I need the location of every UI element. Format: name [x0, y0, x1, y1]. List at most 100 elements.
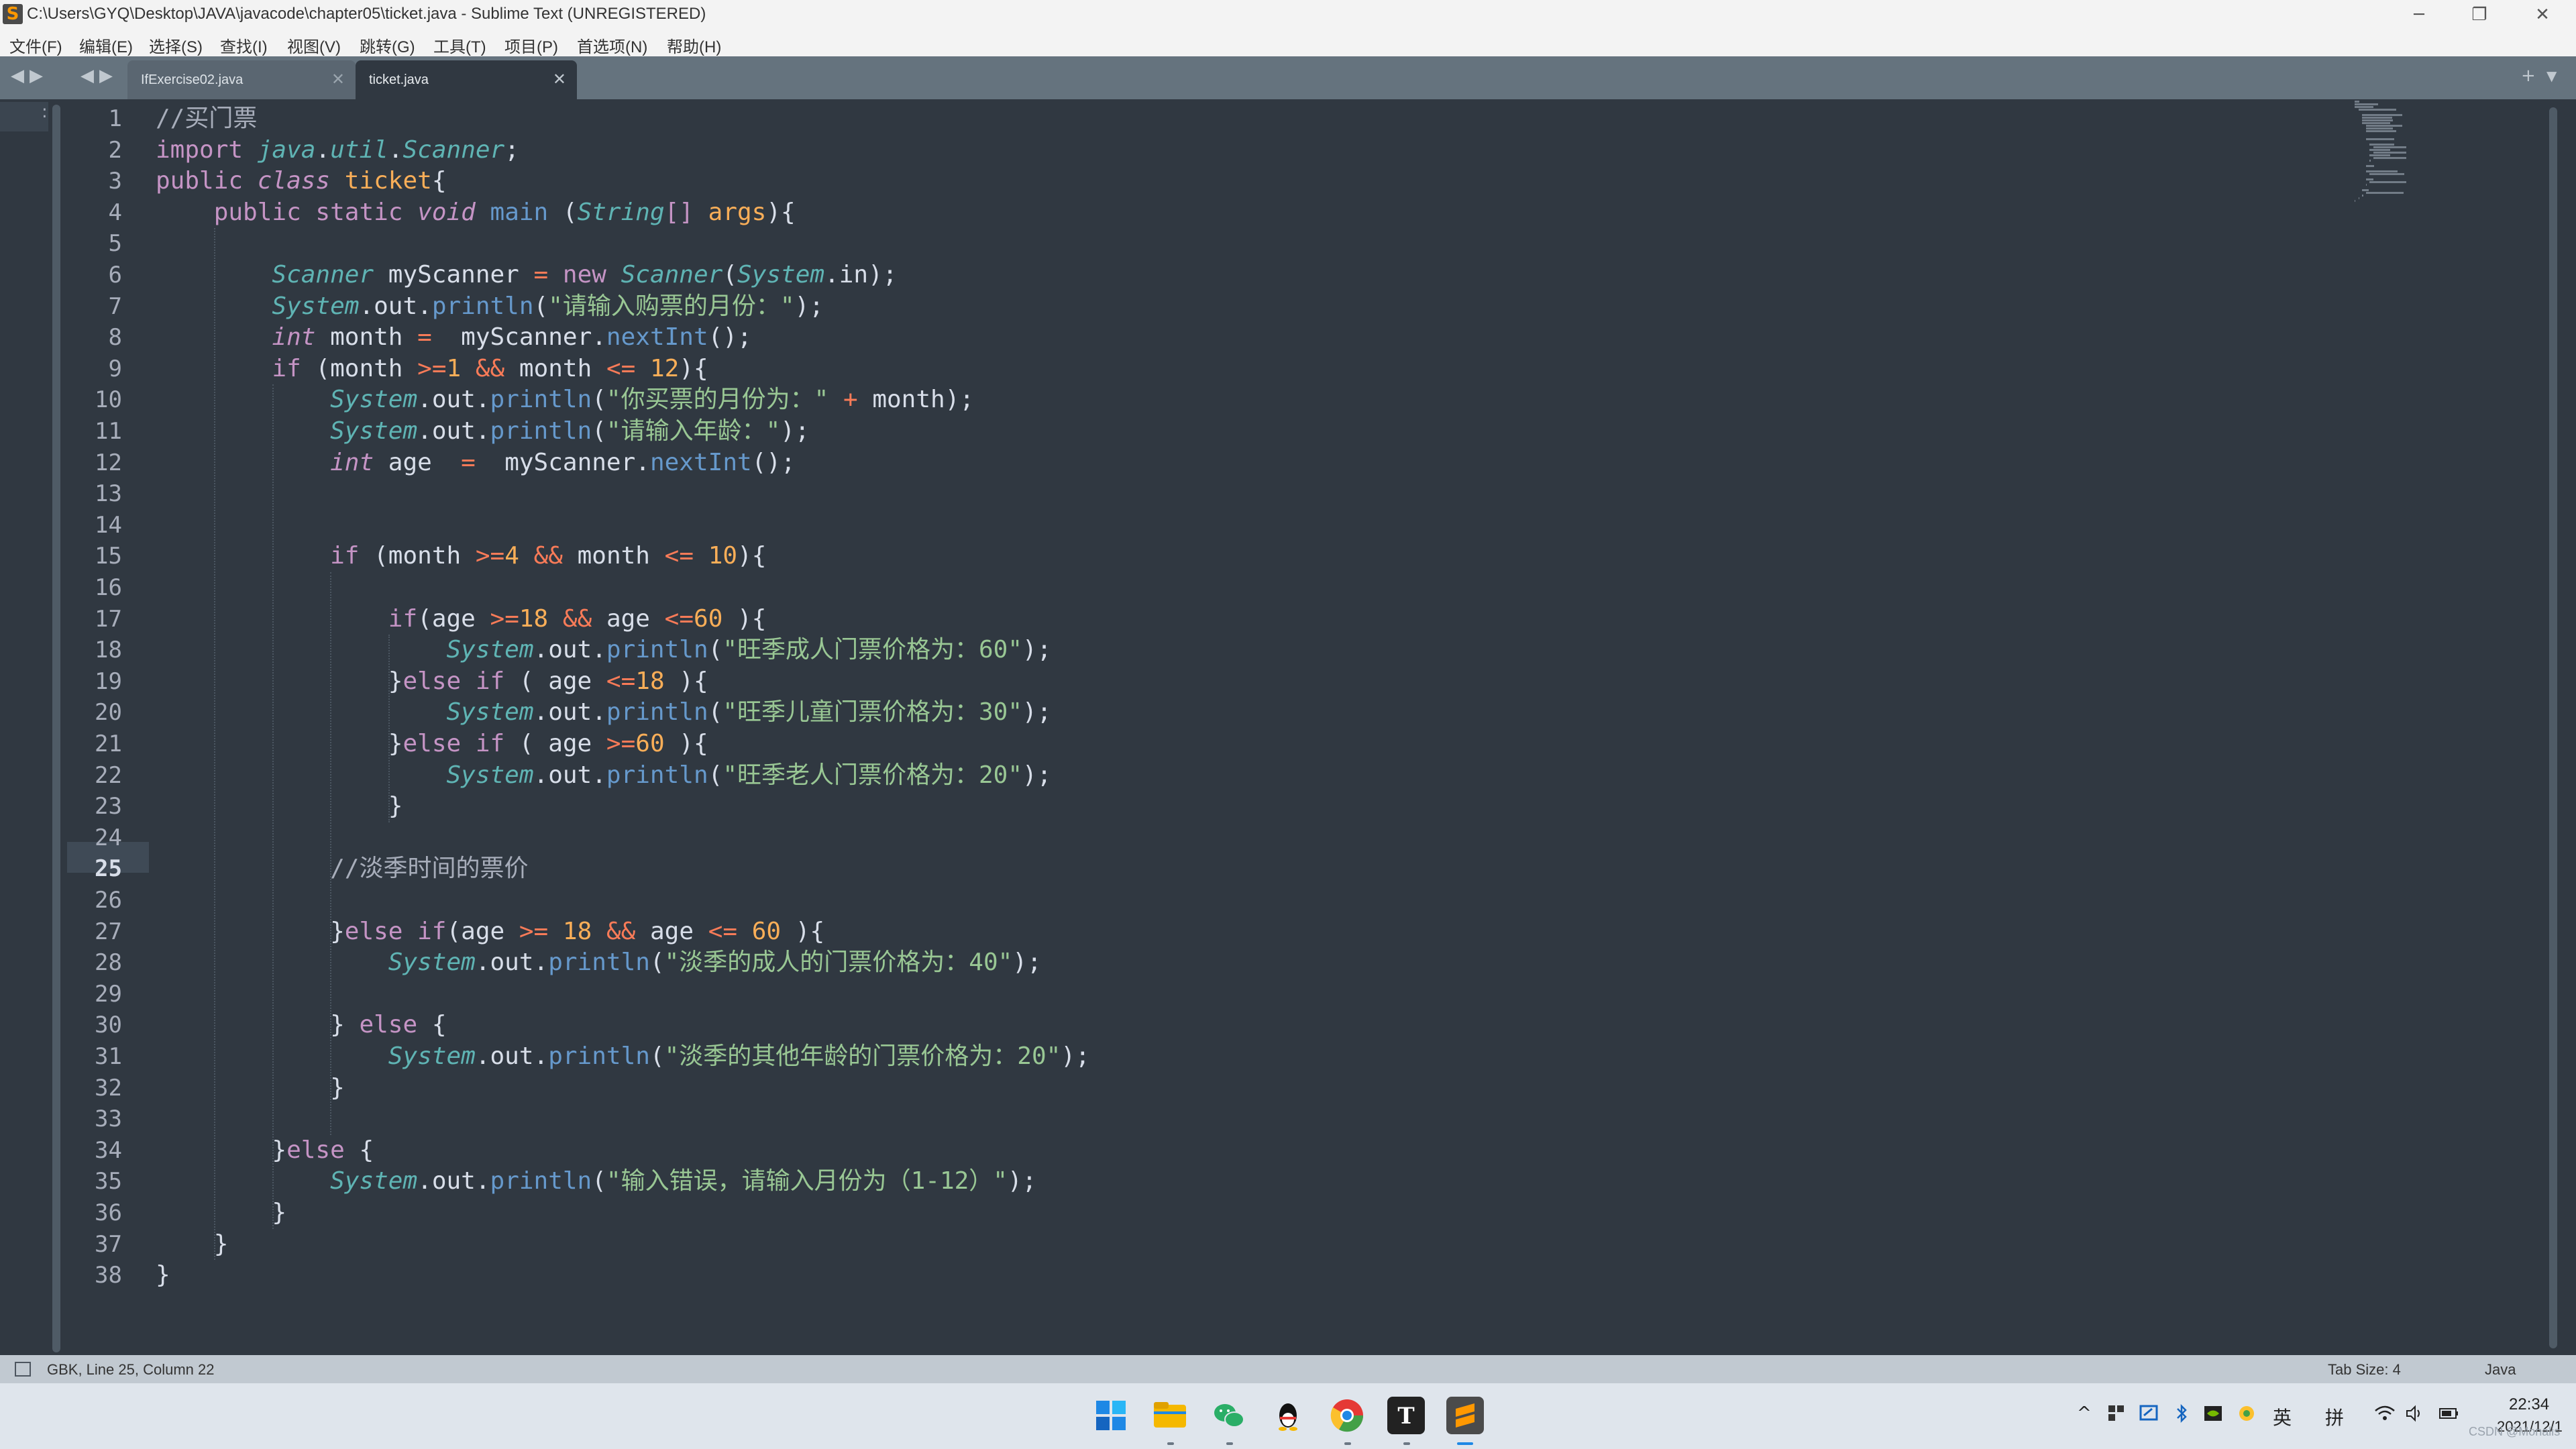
code-line[interactable]: System.out.println("淡季的成人的门票价格为：40");: [156, 947, 1042, 978]
code-line[interactable]: //淡季时间的票价: [156, 853, 528, 884]
bluetooth-icon[interactable]: [2174, 1403, 2190, 1428]
code-line[interactable]: }: [156, 791, 403, 822]
syntax-indicator[interactable]: Java: [2485, 1361, 2516, 1379]
code-token: "旺季成人门票价格为：60": [722, 636, 1023, 664]
tray-screen-icon[interactable]: [2139, 1403, 2159, 1428]
new-tab-plus-icon[interactable]: +: [2521, 66, 2536, 86]
code-token: ( age: [504, 667, 606, 695]
line-number: 24: [95, 824, 122, 851]
code-token: .out.: [533, 636, 606, 664]
sidebar-toggle-right-icon[interactable]: ▶: [30, 66, 43, 86]
code-line[interactable]: public static void main (String[] args){: [156, 197, 796, 228]
minimap-line: [2365, 127, 2394, 129]
code-line[interactable]: if (month >=4 && month <= 10){: [156, 541, 766, 572]
chrome-icon[interactable]: [1328, 1397, 1366, 1434]
code-line[interactable]: System.out.println("你买票的月份为：" + month);: [156, 384, 974, 415]
menu-preferences[interactable]: 首选项(N): [577, 34, 647, 57]
minimap-line: [2365, 170, 2398, 172]
code-line[interactable]: }else {: [156, 1135, 374, 1166]
typora-icon[interactable]: T: [1387, 1397, 1425, 1434]
code-line[interactable]: public class ticket{: [156, 166, 447, 197]
tab-size-indicator[interactable]: Tab Size: 4: [2328, 1361, 2401, 1379]
sublime-text-icon[interactable]: [1446, 1397, 1484, 1434]
code-token: <=: [606, 354, 636, 382]
code-line[interactable]: }: [156, 1073, 345, 1104]
code-token: "旺季儿童门票价格为：30": [722, 698, 1023, 727]
code-line[interactable]: }else if(age >= 18 && age <= 60 ){: [156, 916, 824, 947]
line-number: 11: [95, 418, 122, 445]
file-explorer-icon[interactable]: [1151, 1397, 1189, 1434]
code-line[interactable]: System.out.println("请输入购票的月份：");: [156, 291, 824, 322]
ime-language-indicator[interactable]: 英: [2273, 1403, 2292, 1430]
code-token: .out.: [533, 761, 606, 789]
close-icon[interactable]: ✕: [331, 70, 345, 89]
menu-goto[interactable]: 跳转(G): [360, 34, 415, 57]
code-line[interactable]: int month = myScanner.nextInt();: [156, 322, 751, 353]
code-line[interactable]: System.out.println("旺季老人门票价格为：20");: [156, 760, 1051, 791]
menu-edit[interactable]: 编辑(E): [79, 34, 133, 57]
tray-overflow-chevron-icon[interactable]: ^: [2077, 1403, 2092, 1424]
battery-icon[interactable]: [2438, 1403, 2461, 1428]
menu-file[interactable]: 文件(F): [9, 34, 62, 57]
close-button[interactable]: ✕: [2516, 0, 2569, 30]
line-number: 21: [95, 731, 122, 757]
code-token: {: [417, 1011, 447, 1039]
line-number: 36: [95, 1199, 122, 1226]
code-line[interactable]: }: [156, 1229, 229, 1260]
clock-time[interactable]: 22:34: [2509, 1395, 2549, 1414]
maximize-button[interactable]: ❐: [2453, 0, 2506, 30]
code-line[interactable]: if(age >=18 && age <=60 ){: [156, 604, 767, 635]
minimap-line: [2362, 195, 2363, 197]
code-line[interactable]: }: [156, 1260, 170, 1291]
code-line[interactable]: }else if ( age >=60 ){: [156, 729, 708, 759]
code-line[interactable]: }: [156, 1197, 286, 1228]
ime-mode-indicator[interactable]: 拼: [2325, 1403, 2344, 1430]
code-line[interactable]: import java.util.Scanner;: [156, 135, 519, 166]
sidebar-scrollbar[interactable]: [52, 105, 60, 1352]
windows-start-icon[interactable]: [1092, 1397, 1130, 1434]
minimap[interactable]: [2355, 101, 2475, 208]
code-token: }: [156, 917, 345, 945]
wifi-icon[interactable]: [2373, 1403, 2396, 1428]
code-line[interactable]: if (month >=1 && month <= 12){: [156, 354, 708, 384]
code-line[interactable]: System.out.println("旺季成人门票价格为：60");: [156, 635, 1051, 665]
code-token: System: [737, 261, 825, 288]
qq-icon[interactable]: [1269, 1397, 1307, 1434]
wechat-icon[interactable]: [1210, 1397, 1248, 1434]
tray-app-icon[interactable]: [2106, 1403, 2127, 1428]
code-line[interactable]: System.out.println("旺季儿童门票价格为：30");: [156, 697, 1051, 728]
sidebar-toggle-left-icon[interactable]: ◀: [11, 66, 24, 86]
code-token: (month: [301, 354, 418, 382]
previous-tab-icon[interactable]: ◀: [80, 66, 94, 86]
code-token: 4: [504, 542, 519, 570]
menu-project[interactable]: 项目(P): [504, 34, 558, 57]
code-line[interactable]: System.out.println("淡季的其他年龄的门票价格为：20");: [156, 1041, 1090, 1072]
volume-icon[interactable]: [2404, 1403, 2424, 1428]
tab-list-dropdown-icon[interactable]: ▼: [2546, 66, 2557, 86]
code-line[interactable]: } else {: [156, 1010, 447, 1040]
menu-view[interactable]: 视图(V): [287, 34, 341, 57]
code-line[interactable]: System.out.println("输入错误，请输入月份为（1-12）");: [156, 1166, 1036, 1197]
menu-selection[interactable]: 选择(S): [149, 34, 203, 57]
nvidia-icon[interactable]: [2203, 1403, 2223, 1428]
code-line[interactable]: System.out.println("请输入年龄：");: [156, 416, 810, 447]
minimize-button[interactable]: ─: [2392, 0, 2446, 30]
line-number: 13: [95, 480, 122, 508]
code-line[interactable]: //买门票: [156, 103, 257, 134]
vertical-scrollbar[interactable]: [2549, 107, 2557, 1348]
tab-ifexercise02[interactable]: IfExercise02.java ✕: [127, 60, 356, 99]
panel-toggle-icon[interactable]: [15, 1362, 31, 1377]
menu-help[interactable]: 帮助(H): [667, 34, 721, 57]
tray-security-icon[interactable]: [2237, 1403, 2257, 1428]
code-line[interactable]: Scanner myScanner = new Scanner(System.i…: [156, 260, 897, 290]
code-line[interactable]: int age = myScanner.nextInt();: [156, 447, 796, 478]
menu-find[interactable]: 查找(I): [220, 34, 268, 57]
tab-ticket[interactable]: ticket.java ✕: [356, 60, 577, 99]
code-area[interactable]: //买门票 import java.util.Scanner; public cla…: [156, 99, 2302, 1355]
menu-tools[interactable]: 工具(T): [433, 34, 486, 57]
next-tab-icon[interactable]: ▶: [99, 66, 113, 86]
close-icon[interactable]: ✕: [553, 70, 566, 89]
code-token: .out.: [475, 949, 549, 977]
code-line[interactable]: }else if ( age <=18 ){: [156, 666, 708, 697]
